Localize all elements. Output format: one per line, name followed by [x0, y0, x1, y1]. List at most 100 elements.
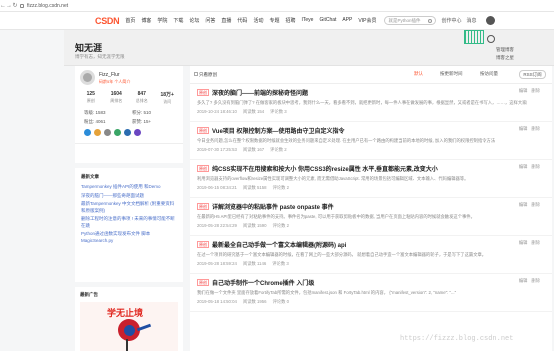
csdn-logo[interactable]: CSDN: [95, 16, 120, 26]
creator-center-link[interactable]: 创作中心: [441, 17, 461, 24]
article-item[interactable]: 原创 Vue项目 权限控制方案—使用路由守卫自定义指令 今日业务问题,怎么在整个权…: [190, 122, 552, 160]
nav-item[interactable]: 专题: [269, 17, 279, 24]
article-item[interactable]: 原创 深夜的脑门——前端的探秘奇怪问题 多久了? 多久没有到脑门弹了? 在做客家的…: [190, 84, 552, 122]
stat-visits[interactable]: 18万+ 访问: [155, 91, 181, 105]
profile-avatar[interactable]: [80, 70, 95, 85]
stat-total-rank[interactable]: 847 总排名: [129, 91, 155, 105]
nav-item[interactable]: ITeye: [301, 17, 313, 24]
nav-item[interactable]: 直播: [221, 17, 231, 24]
badge-icon[interactable]: [104, 129, 111, 136]
article-title[interactable]: 纯CSS实现不在用搜索和按大小 你用CSS3的resize属性 水平,垂直都能元…: [212, 164, 438, 173]
article-comments[interactable]: 评论数 2: [273, 185, 289, 191]
user-avatar[interactable]: [485, 16, 495, 25]
watermark: https://fizzz.blog.csdn.net: [400, 335, 514, 343]
stat-label: 原创: [86, 98, 95, 103]
recent-post-link[interactable]: Python通过函数实现发布文件 脚本MagicSearch.py: [81, 231, 177, 244]
article-item[interactable]: 原创 纯CSS实现不在用搜索和按大小 你用CSS3的resize属性 水平,垂直都…: [190, 160, 552, 198]
edit-button[interactable]: 编辑: [519, 202, 528, 208]
recent-heading: 最新文章: [81, 174, 99, 179]
edit-button[interactable]: 编辑: [519, 240, 528, 246]
original-only-label[interactable]: 只看原创: [199, 72, 217, 78]
original-tag: 原创: [197, 203, 209, 210]
edit-button[interactable]: 编辑: [519, 278, 528, 284]
url-text[interactable]: fizzz.blog.csdn.net: [27, 3, 68, 9]
nav-item[interactable]: 论坛: [189, 17, 199, 24]
article-comments[interactable]: 评论数 2: [273, 223, 289, 229]
article-comments[interactable]: 评论数 3: [270, 109, 286, 115]
stat-original[interactable]: 125 原创: [78, 91, 104, 105]
ad-image[interactable]: 学无止境: [80, 302, 178, 351]
search-icon[interactable]: [428, 18, 433, 23]
stat-level: 等级: 1583: [84, 110, 106, 115]
nav-item[interactable]: 首页: [125, 17, 135, 24]
messages-link[interactable]: 消息: [466, 17, 476, 24]
manage-blog-button[interactable]: 管理博客: [496, 47, 514, 53]
blog-subtitle: 博学有志，知无涯学无限: [75, 54, 125, 59]
recent-post-link[interactable]: 最新Tampermonkey 中文文档解析 (附重要资料和原版案例): [81, 201, 177, 214]
article-comments[interactable]: 评论数 2: [270, 147, 286, 153]
stat-fans[interactable]: 粉丝: 4061: [84, 119, 132, 125]
delete-button[interactable]: 删除: [531, 202, 540, 208]
recent-post-link[interactable]: 删除工程时的注意的事项 ! 未来的事情可能不断在跳: [81, 216, 177, 229]
profile-name[interactable]: Fizz_Flur: [99, 72, 120, 78]
article-title[interactable]: 自己动手制作一个Chrome插件 入门级: [212, 278, 314, 287]
delete-button[interactable]: 删除: [531, 88, 540, 94]
nav-item[interactable]: 学院: [157, 17, 167, 24]
nav-item[interactable]: 招聘: [285, 17, 295, 24]
header-tools: 创作中心 消息: [441, 17, 481, 24]
rss-button[interactable]: RSS订阅: [519, 70, 546, 79]
article-comments[interactable]: 评论数 3: [272, 261, 288, 267]
sort-default-button[interactable]: 默认: [414, 71, 423, 77]
original-only-checkbox[interactable]: [194, 72, 198, 76]
badge-icon[interactable]: [114, 129, 121, 136]
nav-item[interactable]: APP: [342, 17, 352, 24]
edit-button[interactable]: 编辑: [519, 88, 528, 94]
stat-week-rank[interactable]: 1604 周排名: [104, 91, 130, 105]
profile-stats-row: 粉丝: 4061 获赞: 15+: [84, 119, 180, 125]
article-item[interactable]: 原创 详解浏览器中的粘贴事件 paste onpaste 事件 在最新的H5 AP…: [190, 198, 552, 236]
nav-item[interactable]: 博客: [141, 17, 151, 24]
edit-button[interactable]: 编辑: [519, 164, 528, 170]
nav-item[interactable]: 活动: [253, 17, 263, 24]
nav-item[interactable]: 代码: [237, 17, 247, 24]
badge-icon[interactable]: [134, 129, 141, 136]
delete-button[interactable]: 删除: [531, 278, 540, 284]
recent-post-link[interactable]: 深夜的脑门——那些奇葩面试题: [81, 193, 177, 200]
original-tag: 原创: [197, 165, 209, 172]
delete-button[interactable]: 删除: [531, 126, 540, 132]
recent-post-link[interactable]: Tampermonkey 插件API的使用 和Demo: [81, 184, 177, 191]
badge-icon[interactable]: [124, 129, 131, 136]
blog-title: 知无涯: [75, 43, 103, 53]
article-date: 2019-07-30 17:25:53: [197, 147, 237, 152]
article-title[interactable]: 详解浏览器中的粘贴事件 paste onpaste 事件: [212, 202, 334, 211]
article-meta: 2019-05-28 18:59:24 阅读数 1146 评论数 3: [197, 261, 545, 267]
reload-icon[interactable]: ↻: [12, 2, 18, 9]
sort-views-button[interactable]: 按访问量: [480, 71, 498, 77]
article-item[interactable]: 原创 自己动手制作一个Chrome插件 入门级 我们在做一个文件夹 里面存放着Fo…: [190, 274, 552, 312]
top-nav: 首页 博客 学院 下载 论坛 问答 直播 代码 活动 专题 招聘 ITeye G…: [125, 17, 382, 24]
search-input[interactable]: 就是Python插件: [384, 16, 437, 25]
article-meta: 2019-06-15 08:34:21 阅读数 5158 评论数 2: [197, 185, 545, 191]
article-title[interactable]: 最新最全自己动手做一个富文本编辑器(附源码) api: [212, 240, 346, 249]
profile-stats-row: 等级: 1583 积分: 510: [84, 110, 180, 116]
badge-icon[interactable]: [84, 129, 91, 136]
article-item[interactable]: 原创 最新最全自己动手做一个富文本编辑器(附源码) api 在过一个项目的研究基于…: [190, 236, 552, 274]
sort-updated-button[interactable]: 按更新时间: [440, 71, 463, 77]
banner-decoration: [464, 30, 484, 44]
badge-icon[interactable]: [94, 129, 101, 136]
article-actions: 编辑 删除: [515, 126, 540, 132]
edit-button[interactable]: 编辑: [519, 126, 528, 132]
article-title[interactable]: Vue项目 权限控制方案—使用路由守卫自定义指令: [212, 126, 344, 135]
nav-item[interactable]: GitChat: [319, 17, 336, 24]
profile-code-age[interactable]: 码龄5年 个人简介: [99, 79, 130, 85]
nav-item[interactable]: 下载: [173, 17, 183, 24]
article-comments[interactable]: 评论数 0: [273, 299, 289, 305]
nav-item[interactable]: 问答: [205, 17, 215, 24]
nav-item[interactable]: VIP会员: [358, 17, 376, 24]
blog-star-button[interactable]: 博客之星: [496, 55, 514, 61]
delete-button[interactable]: 删除: [531, 240, 540, 246]
article-title[interactable]: 深夜的脑门——前端的探秘奇怪问题: [212, 88, 308, 97]
delete-button[interactable]: 删除: [531, 164, 540, 170]
qr-icon[interactable]: [487, 35, 495, 43]
divider: [75, 143, 183, 144]
